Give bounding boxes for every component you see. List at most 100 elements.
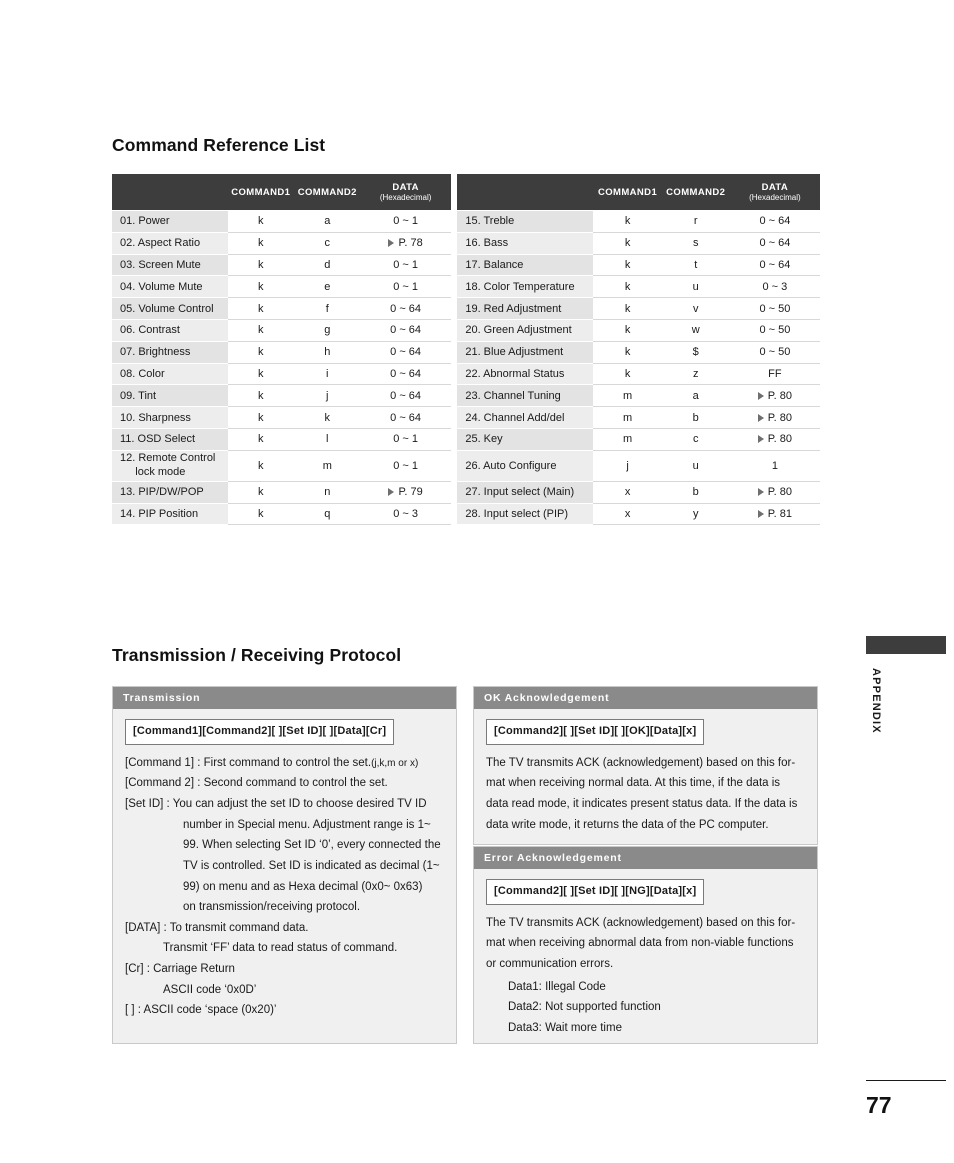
- cell-data-right-11: 1: [729, 450, 820, 482]
- cell-command2-left-9: k: [294, 406, 361, 429]
- table-row: 01. Power k a 0 ~ 1 15. Treble k r 0 ~ 64: [112, 210, 820, 233]
- appendix-label: APPENDIX: [870, 668, 882, 734]
- cell-gap-8: [450, 384, 458, 407]
- ok-ack-syntax: [Command2][ ][Set ID][ ][OK][Data][x]: [486, 719, 705, 745]
- cell-name-left-11: 12. Remote Control lock mode: [112, 450, 228, 482]
- cell-command2-left-10: l: [294, 428, 361, 451]
- cell-command2-right-12: b: [661, 481, 730, 504]
- cell-data-right-3: 0 ~ 3: [729, 275, 820, 299]
- ok-ack-line-1: The TV transmits ACK (acknowledgement) b…: [486, 756, 796, 769]
- cell-command1-left-10: k: [227, 428, 295, 451]
- cell-gap-6: [450, 341, 458, 364]
- table-row: 05. Volume Control k f 0 ~ 64 19. Red Adjust…: [112, 297, 820, 320]
- cell-data-right-13: P. 81: [729, 503, 820, 526]
- cell-name-right-13: 28. Input select (PIP): [457, 503, 594, 526]
- cell-name-left-3: 04. Volume Mute: [112, 275, 228, 299]
- error-ack-line-2: mat when receiving abnormal data from no…: [486, 937, 794, 950]
- cell-data-left-12: P. 79: [360, 481, 451, 504]
- cell-gap-7: [450, 363, 458, 385]
- cell-name-left-13: 14. PIP Position: [112, 503, 228, 526]
- cell-data-left-9: 0 ~ 64: [360, 406, 451, 429]
- cell-command1-left-0: k: [227, 210, 295, 233]
- cell-command2-left-8: j: [294, 384, 361, 408]
- error-ack-syntax: [Command2][ ][Set ID][ ][NG][Data][x]: [486, 879, 705, 905]
- cell-command2-right-8: a: [661, 384, 730, 408]
- cell-name-right-3: 18. Color Temperature: [457, 275, 594, 299]
- cell-command1-right-5: k: [593, 319, 662, 342]
- cell-command2-right-0: r: [661, 210, 730, 233]
- cell-command2-left-13: q: [294, 503, 361, 526]
- cell-command2-left-1: c: [294, 232, 361, 255]
- cell-name-left-12: 13. PIP/DW/POP: [112, 481, 228, 504]
- error-ack-data-3: Data3: Wait more time: [508, 1021, 622, 1034]
- header-data-main-right: DATA: [761, 182, 789, 193]
- cell-command1-right-6: k: [593, 341, 662, 364]
- cell-command1-right-10: m: [593, 428, 662, 451]
- cell-data-left-7: 0 ~ 64: [360, 363, 451, 386]
- cell-command2-right-1: s: [661, 232, 730, 255]
- command-reference-heading: Command Reference List: [112, 135, 326, 155]
- header-data-sub-right: (Hexadecimal): [749, 193, 801, 202]
- cell-gap-13: [450, 503, 458, 525]
- table-row: 10. Sharpness k k 0 ~ 64 24. Channel Add/del…: [112, 406, 820, 429]
- cell-data-right-2: 0 ~ 64: [729, 254, 820, 277]
- cell-data-left-3: 0 ~ 1: [360, 275, 451, 299]
- cell-data-left-1: P. 78: [360, 232, 451, 255]
- table-row: 12. Remote Control lock mode k m 0 ~ 1 26. A…: [112, 450, 820, 482]
- transmission-line-11: [Cr] : Carriage Return: [125, 963, 235, 976]
- cell-data-left-6: 0 ~ 64: [360, 341, 451, 364]
- cell-command2-left-3: e: [294, 275, 361, 299]
- cell-command1-left-12: k: [227, 481, 295, 504]
- transmission-syntax: [Command1][Command2][ ][Set ID][ ][Data]…: [125, 719, 395, 745]
- cell-data-right-7: FF: [729, 363, 820, 386]
- cell-command1-right-9: m: [593, 406, 662, 429]
- cell-name-left-9: 10. Sharpness: [112, 406, 228, 429]
- cell-data-left-11: 0 ~ 1: [360, 450, 451, 482]
- transmission-line-6: TV is controlled. Set ID is indicated as…: [183, 859, 440, 872]
- cell-name-left-1: 02. Aspect Ratio: [112, 232, 228, 255]
- cell-command2-right-7: z: [661, 363, 730, 386]
- cell-name-left-5: 06. Contrast: [112, 319, 228, 342]
- cell-command1-right-2: k: [593, 254, 662, 277]
- cell-name-right-11: 26. Auto Configure: [457, 450, 594, 482]
- header-command1-right: COMMAND1: [593, 174, 662, 211]
- table-row: 09. Tint k j 0 ~ 64 23. Channel Tuning m a P. 8…: [112, 384, 820, 408]
- transmission-line-9: [DATA] : To transmit command data.: [125, 921, 309, 934]
- transmission-line-5: 99. When selecting Set ID ‘0’, every con…: [183, 839, 441, 852]
- transmission-line-12: ASCII code ‘0x0D’: [163, 983, 257, 996]
- table-row: 04. Volume Mute k e 0 ~ 1 18. Color Temperat…: [112, 275, 820, 299]
- page-link-label: P. 79: [398, 486, 423, 499]
- cell-name-right-5: 20. Green Adjustment: [457, 319, 594, 342]
- cell-gap-4: [450, 297, 458, 320]
- page-link-label: P. 80: [767, 486, 793, 499]
- error-ack-line-1: The TV transmits ACK (acknowledgement) b…: [486, 916, 796, 929]
- table-row: 08. Color k i 0 ~ 64 22. Abnormal Status k z FF: [112, 363, 820, 386]
- cell-name-right-8: 23. Channel Tuning: [457, 384, 594, 408]
- transmission-panel-header: Transmission: [113, 687, 456, 709]
- table-header-row: COMMAND1 COMMAND2 DATA (Hexadecimal) COM…: [112, 174, 820, 211]
- cell-gap-10: [450, 428, 458, 451]
- cell-name-left-6: 07. Brightness: [112, 341, 228, 364]
- transmission-line-1-note: (j,k,m or x): [371, 757, 419, 769]
- page-link-arrow-icon: [757, 413, 764, 422]
- cell-gap-1: [450, 232, 458, 255]
- cell-command1-right-0: k: [593, 210, 662, 233]
- cell-command2-left-4: f: [294, 297, 361, 320]
- page-link-label: P. 81: [767, 507, 793, 520]
- cell-gap-12: [450, 481, 458, 504]
- cell-command2-right-9: b: [661, 406, 730, 429]
- cell-command1-right-12: x: [593, 481, 662, 504]
- page-link-arrow-icon: [757, 488, 764, 497]
- cell-gap-5: [450, 319, 458, 342]
- table-row: 14. PIP Position k q 0 ~ 3 28. Input select …: [112, 503, 820, 526]
- transmission-panel-body: [Command1][Command2][ ][Set ID][ ][Data]…: [113, 709, 456, 1034]
- cell-name-left-4: 05. Volume Control: [112, 297, 228, 320]
- transmission-line-7: 99) on menu and as Hexa decimal (0x0~ 0x…: [183, 880, 423, 893]
- header-blank-left: [112, 174, 228, 211]
- error-acknowledgement-panel: Error Acknowledgement [Command2][ ][Set …: [473, 846, 818, 1044]
- transmission-line-8: on transmission/receiving protocol.: [183, 901, 361, 914]
- page-number-rule: [866, 1080, 946, 1081]
- cell-data-left-0: 0 ~ 1: [360, 210, 451, 233]
- cell-gap-0: [450, 210, 458, 233]
- ok-ack-panel-header: OK Acknowledgement: [474, 687, 817, 709]
